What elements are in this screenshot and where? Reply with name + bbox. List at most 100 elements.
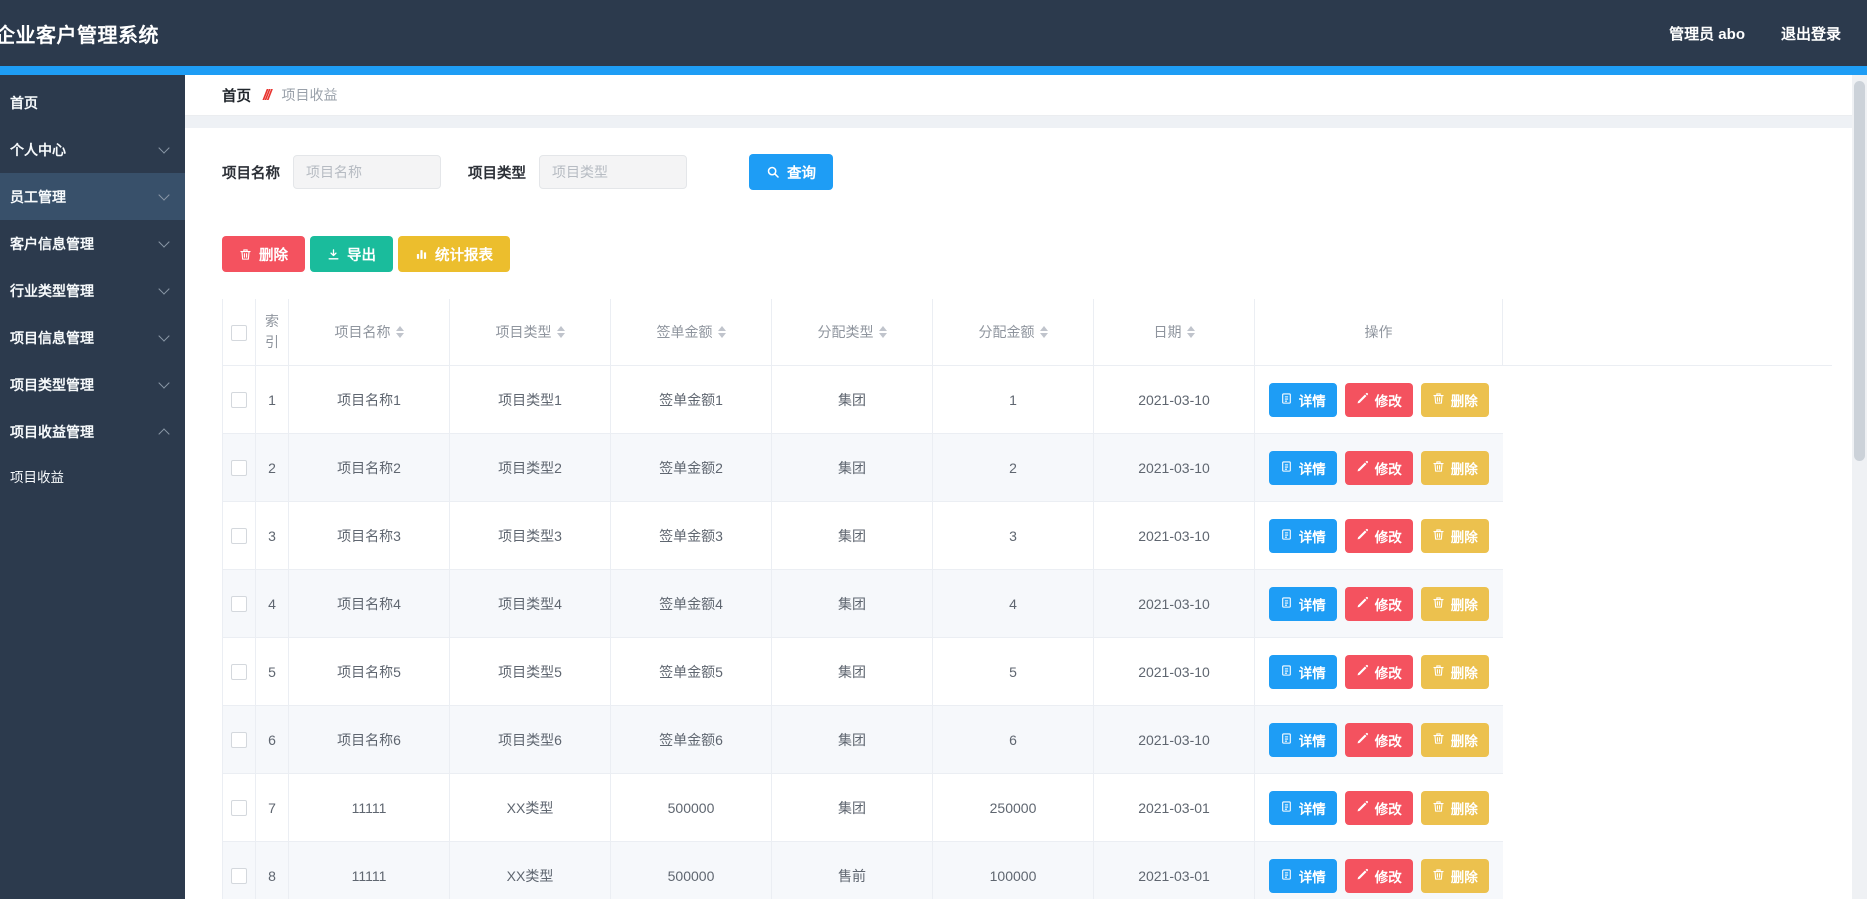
sidebar-item-project-type-mgmt[interactable]: 项目类型管理 xyxy=(0,361,185,408)
breadcrumb-home[interactable]: 首页 xyxy=(222,85,251,106)
column-header-date[interactable]: 日期 xyxy=(1093,299,1255,366)
row-detail-button[interactable]: 详情 xyxy=(1268,654,1337,689)
row-delete-button[interactable]: 删除 xyxy=(1420,518,1489,553)
cell-name: 项目名称3 xyxy=(288,501,450,570)
current-user-link[interactable]: 管理员 abo xyxy=(1669,23,1745,44)
cell-index: 5 xyxy=(255,637,289,706)
row-checkbox[interactable] xyxy=(231,528,247,545)
cell-amount: 500000 xyxy=(610,841,772,899)
row-edit-button[interactable]: 修改 xyxy=(1344,654,1413,689)
app-title: 企业客户管理系统 xyxy=(0,24,159,47)
row-edit-button[interactable]: 修改 xyxy=(1344,722,1413,757)
sort-icon[interactable] xyxy=(1186,326,1195,338)
row-detail-button[interactable]: 详情 xyxy=(1268,790,1337,825)
cell-alloc_type: 集团 xyxy=(771,569,933,638)
trash-icon xyxy=(239,248,252,261)
row-checkbox[interactable] xyxy=(231,732,247,749)
pencil-icon xyxy=(1356,664,1369,680)
sidebar-item-project-info-mgmt[interactable]: 项目信息管理 xyxy=(0,314,185,361)
select-all-checkbox[interactable] xyxy=(231,324,247,341)
cell-alloc_amount: 6 xyxy=(932,705,1094,774)
logout-link[interactable]: 退出登录 xyxy=(1781,23,1841,44)
column-header-amount[interactable]: 签单金额 xyxy=(610,299,772,366)
column-header-checkbox xyxy=(222,299,256,366)
sort-icon[interactable] xyxy=(395,326,404,338)
document-icon xyxy=(1280,732,1293,748)
row-detail-button[interactable]: 详情 xyxy=(1268,518,1337,553)
bar-chart-icon xyxy=(415,248,428,261)
row-detail-button[interactable]: 详情 xyxy=(1268,586,1337,621)
row-detail-button[interactable]: 详情 xyxy=(1268,382,1337,417)
row-detail-button[interactable]: 详情 xyxy=(1268,858,1337,893)
column-header-alloc_type[interactable]: 分配类型 xyxy=(771,299,933,366)
sidebar-item-label: 项目类型管理 xyxy=(10,376,94,393)
report-button[interactable]: 统计报表 xyxy=(398,236,510,272)
row-detail-button[interactable]: 详情 xyxy=(1268,722,1337,757)
sidebar-item-project-income-mgmt[interactable]: 项目收益管理 xyxy=(0,408,185,455)
delete-button[interactable]: 删除 xyxy=(222,236,305,272)
cell-actions: 详情 修改 删除 xyxy=(1254,773,1503,842)
sidebar-item-label: 项目收益 xyxy=(10,470,64,485)
row-edit-button[interactable]: 修改 xyxy=(1344,382,1413,417)
row-delete-button[interactable]: 删除 xyxy=(1420,450,1489,485)
row-delete-button[interactable]: 删除 xyxy=(1420,858,1489,893)
cell-amount: 签单金额5 xyxy=(610,637,772,706)
row-edit-button[interactable]: 修改 xyxy=(1344,858,1413,893)
row-edit-button[interactable]: 修改 xyxy=(1344,450,1413,485)
sidebar-item-employee-mgmt[interactable]: 员工管理 xyxy=(0,173,185,220)
sidebar-item-customer-info-mgmt[interactable]: 客户信息管理 xyxy=(0,220,185,267)
cell-name: 11111 xyxy=(288,773,450,842)
sidebar-item-personal-center[interactable]: 个人中心 xyxy=(0,126,185,173)
column-header-type[interactable]: 项目类型 xyxy=(449,299,611,366)
row-checkbox[interactable] xyxy=(231,664,247,681)
row-delete-button[interactable]: 删除 xyxy=(1420,790,1489,825)
cell-alloc_amount: 5 xyxy=(932,637,1094,706)
row-checkbox[interactable] xyxy=(231,868,247,885)
sidebar-item-industry-type-mgmt[interactable]: 行业类型管理 xyxy=(0,267,185,314)
project-type-input[interactable] xyxy=(539,155,687,189)
row-delete-button[interactable]: 删除 xyxy=(1420,654,1489,689)
sidebar: 首页 个人中心 员工管理 客户信息管理 行业类型管理 项目信息管理项目类型管理项目收益管理… xyxy=(0,75,185,899)
row-edit-button[interactable]: 修改 xyxy=(1344,586,1413,621)
main-content: 首页 /// 项目收益 项目名称 项目类型 查询 xyxy=(185,75,1852,899)
sort-icon[interactable] xyxy=(717,326,726,338)
cell-alloc_amount: 100000 xyxy=(932,841,1094,899)
cell-alloc_type: 集团 xyxy=(771,637,933,706)
row-checkbox[interactable] xyxy=(231,596,247,613)
cell-alloc_amount: 1 xyxy=(932,365,1094,434)
row-detail-button[interactable]: 详情 xyxy=(1268,450,1337,485)
row-edit-button[interactable]: 修改 xyxy=(1344,790,1413,825)
table-row: 5 项目名称5 项目类型5 签单金额5 集团 5 2021-03-10 详情 修改 删除 xyxy=(222,637,1833,706)
document-icon xyxy=(1280,596,1293,612)
row-delete-button[interactable]: 删除 xyxy=(1420,586,1489,621)
vertical-scrollbar[interactable] xyxy=(1852,75,1867,899)
sort-icon[interactable] xyxy=(556,326,565,338)
cell-actions: 详情 修改 删除 xyxy=(1254,569,1503,638)
row-checkbox[interactable] xyxy=(231,800,247,817)
sort-icon[interactable] xyxy=(878,326,887,338)
breadcrumb: 首页 /// 项目收益 xyxy=(185,75,1852,116)
row-delete-button[interactable]: 删除 xyxy=(1420,722,1489,757)
cell-actions: 详情 修改 删除 xyxy=(1254,365,1503,434)
cell-amount: 签单金额6 xyxy=(610,705,772,774)
document-icon xyxy=(1280,528,1293,544)
row-delete-button[interactable]: 删除 xyxy=(1420,382,1489,417)
trash-icon xyxy=(1432,800,1445,816)
row-edit-button[interactable]: 修改 xyxy=(1344,518,1413,553)
project-name-input[interactable] xyxy=(293,155,441,189)
search-button-label: 查询 xyxy=(787,165,816,182)
row-checkbox[interactable] xyxy=(231,392,247,409)
scrollbar-thumb[interactable] xyxy=(1854,81,1865,461)
cell-checkbox xyxy=(222,705,256,774)
search-button[interactable]: 查询 xyxy=(749,154,833,190)
export-button[interactable]: 导出 xyxy=(310,236,393,272)
column-header-label: 日期 xyxy=(1153,323,1182,340)
sort-icon[interactable] xyxy=(1039,326,1048,338)
pencil-icon xyxy=(1356,596,1369,612)
row-checkbox[interactable] xyxy=(231,460,247,477)
sidebar-item-project-income[interactable]: 项目收益 xyxy=(0,455,185,497)
sidebar-item-home[interactable]: 首页 xyxy=(0,79,185,126)
column-header-alloc_amount[interactable]: 分配金额 xyxy=(932,299,1094,366)
column-header-name[interactable]: 项目名称 xyxy=(288,299,450,366)
cell-checkbox xyxy=(222,773,256,842)
